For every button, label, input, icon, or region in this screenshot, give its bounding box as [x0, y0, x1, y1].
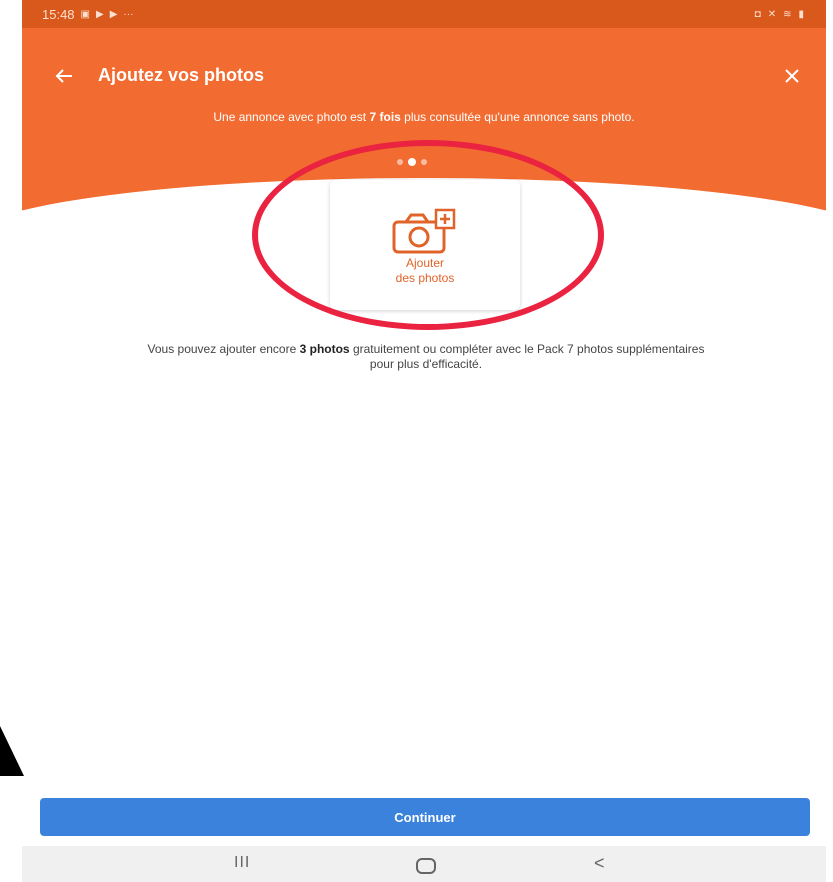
status-bar: 15:48 ▣ ▶ ▶ ··· ◘ ✕ ≋ ▮: [22, 0, 826, 28]
image-icon: ▣: [80, 8, 90, 20]
battery-icon: ▮: [798, 8, 804, 20]
subtitle-post: plus consultée qu'une annonce sans photo…: [400, 110, 635, 124]
play-icon: ▶: [96, 8, 104, 20]
page-title: Ajoutez vos photos: [98, 65, 264, 85]
back-arrow-icon[interactable]: [52, 64, 76, 88]
mute-icon: ✕: [767, 8, 777, 20]
info-bold: 3 photos: [299, 342, 350, 356]
play-icon: ▶: [109, 8, 118, 20]
alarm-icon: ◘: [754, 8, 761, 20]
app-screen: 15:48 ▣ ▶ ▶ ··· ◘ ✕ ≋ ▮ Ajoutez vos phot…: [22, 0, 826, 882]
highlight-ring: [252, 140, 604, 330]
recents-icon[interactable]: III: [234, 854, 250, 872]
subtitle-bold: 7 fois: [369, 110, 401, 124]
cursor-pointer-icon: [0, 726, 24, 776]
info-pre: Vous pouvez ajouter encore: [147, 342, 300, 356]
info-text: Vous pouvez ajouter encore 3 photos grat…: [42, 342, 810, 372]
more-notifications: ···: [123, 8, 134, 20]
home-icon[interactable]: [416, 858, 436, 874]
nav-back-icon[interactable]: <: [594, 853, 605, 874]
nav-bar: III <: [22, 846, 826, 882]
subtitle-pre: Une annonce avec photo est: [213, 110, 370, 124]
header-subtitle: Une annonce avec photo est 7 fois plus c…: [22, 110, 826, 124]
info-post: gratuitement ou compléter avec le Pack 7…: [349, 342, 705, 356]
continue-button[interactable]: Continuer: [40, 798, 810, 836]
close-icon[interactable]: [780, 64, 804, 88]
status-time: 15:48: [42, 6, 75, 22]
info-line2: pour plus d'efficacité.: [369, 357, 483, 371]
wifi-icon: ≋: [783, 8, 792, 20]
